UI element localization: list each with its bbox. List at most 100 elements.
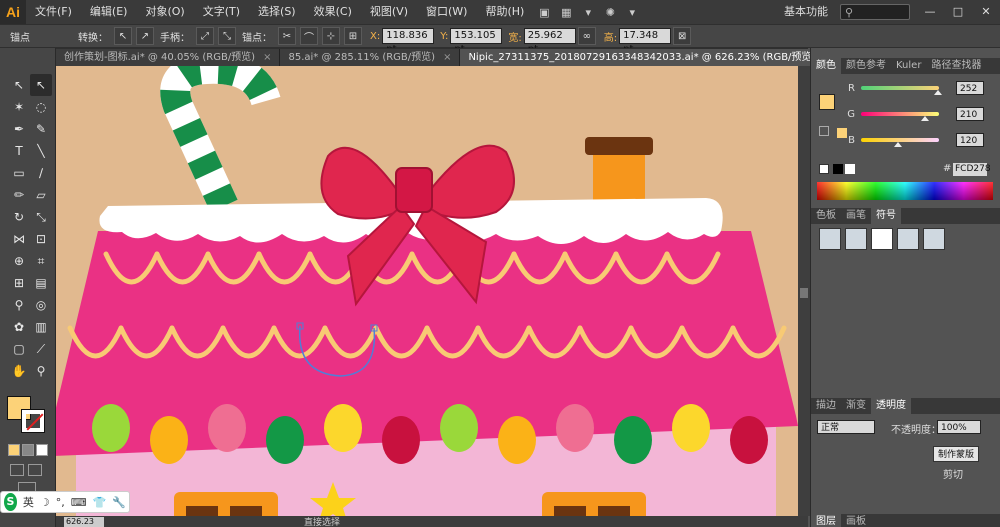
tab-document-2[interactable]: 85.ai* @ 285.11% (RGB/预览) × [280,49,461,66]
arrange-documents-icon[interactable]: ▦ [555,0,577,24]
direct-selection-tool-icon[interactable]: ↖ [30,74,52,96]
hand-tool-icon[interactable]: ✋ [8,360,30,382]
type-tool-icon[interactable]: T [8,140,30,162]
column-graph-icon[interactable]: ▥ [30,316,52,338]
eyedropper-icon[interactable]: ⚲ [8,294,30,316]
none-mode-icon[interactable] [36,444,48,456]
pencil-icon[interactable]: ✏ [8,184,30,206]
artboard-canvas[interactable] [56,66,798,516]
connect-anchor-icon[interactable]: ⌒ [300,27,318,45]
green-track[interactable] [861,112,939,121]
symbol-sprayer-icon[interactable]: ✿ [8,316,30,338]
convert-corner-icon[interactable]: ↖ [114,27,132,45]
close-icon[interactable]: × [443,52,451,63]
draw-behind-icon[interactable] [28,464,42,476]
perspective-grid-icon[interactable]: ⌗ [30,250,52,272]
workspace-switcher[interactable]: 基本功能 [784,0,828,24]
blue-thumb[interactable] [893,142,902,147]
blue-slider[interactable]: B 120 [811,133,1000,147]
scale-tool-icon[interactable]: ⤡ [30,206,52,228]
help-search-input[interactable]: ⚲ [840,4,910,20]
paintbrush-icon[interactable]: ∕ [30,162,52,184]
x-field[interactable]: 118.836 pt [382,28,435,55]
height-field[interactable]: 17.348 pt [619,28,672,55]
none-swatch[interactable] [819,164,829,174]
draw-normal-icon[interactable] [10,464,24,476]
green-thumb[interactable] [920,116,929,121]
rectangle-tool-icon[interactable]: ▭ [8,162,30,184]
blue-track[interactable] [861,138,939,147]
rotate-tool-icon[interactable]: ↻ [8,206,30,228]
symbol-item[interactable] [897,228,919,250]
moon-icon[interactable]: ☽ [37,496,53,509]
symbol-item[interactable] [923,228,945,250]
tab-stroke[interactable]: 描边 [811,398,841,414]
tab-color-guide[interactable]: 颜色参考 [841,58,891,74]
y-field[interactable]: 153.105 pt [450,28,503,55]
symbol-item[interactable] [819,228,841,250]
shape-builder-icon[interactable]: ⊕ [8,250,30,272]
menu-type[interactable]: 文字(T) [194,0,249,24]
color-mode-icon[interactable] [8,444,20,456]
width-field[interactable]: 25.962 pt [523,28,576,55]
menu-window[interactable]: 窗口(W) [417,0,476,24]
make-mask-button[interactable]: 制作蒙版 [933,446,980,462]
red-track[interactable] [861,86,943,95]
free-transform-icon[interactable]: ⊡ [30,228,52,250]
gpu-icon[interactable]: ✺ [599,0,621,24]
tab-swatches[interactable]: 色板 [811,208,841,224]
scrollbar-thumb[interactable] [800,288,808,298]
menu-edit[interactable]: 编辑(E) [81,0,137,24]
zoom-field[interactable]: 626.23 [64,516,104,527]
blue-field[interactable]: 120 [956,133,984,147]
black-swatch[interactable] [833,164,843,174]
artboard-tool-icon[interactable]: ▢ [8,338,30,360]
opacity-field[interactable]: 100% [937,420,981,434]
slice-tool-icon[interactable]: ⟋ [30,338,52,360]
show-handles-icon[interactable]: ⤢ [196,27,214,45]
magic-wand-icon[interactable]: ✶ [8,96,30,118]
pen-tool-icon[interactable]: ✒ [8,118,30,140]
close-button[interactable]: ✕ [972,0,1000,24]
vertical-scrollbar[interactable] [798,66,810,516]
tab-pathfinder[interactable]: 路径查找器 [926,58,986,74]
tab-color[interactable]: 颜色 [811,58,841,74]
color-spectrum[interactable] [817,182,993,200]
red-thumb[interactable] [934,90,943,95]
bridge-icon[interactable]: ▣ [533,0,555,24]
convert-smooth-icon[interactable]: ↗ [136,27,154,45]
zoom-tool-icon[interactable]: ⚲ [30,360,52,382]
isolate-icon[interactable]: ⊞ [344,27,362,45]
tab-document-1[interactable]: 创作策划-图标.ai* @ 40.05% (RGB/预览) × [56,49,281,66]
curvature-tool-icon[interactable]: ✎ [30,118,52,140]
tab-artboards[interactable]: 画板 [841,514,871,527]
stroke-color-swatch[interactable] [21,409,45,433]
tab-gradient[interactable]: 渐变 [841,398,871,414]
red-slider[interactable]: R 252 [811,81,1000,95]
close-icon[interactable]: × [263,52,271,63]
tab-layers[interactable]: 图层 [811,514,841,527]
tab-brushes[interactable]: 画笔 [841,208,871,224]
punctuation-icon[interactable]: °, [53,496,68,509]
symbol-item[interactable] [845,228,867,250]
dropdown-arrow-icon[interactable]: ▾ [621,0,643,24]
remove-anchor-icon[interactable]: ✂ [278,27,296,45]
gradient-tool-icon[interactable]: ▤ [30,272,52,294]
green-slider[interactable]: G 210 [811,107,1000,121]
menu-object[interactable]: 对象(O) [136,0,193,24]
mesh-tool-icon[interactable]: ⊞ [8,272,30,294]
selection-tool-icon[interactable]: ↖ [8,74,30,96]
gradient-mode-icon[interactable] [22,444,34,456]
blend-mode-select[interactable]: 正常 [817,420,875,434]
menu-file[interactable]: 文件(F) [26,0,81,24]
minimize-button[interactable]: — [916,0,944,24]
green-field[interactable]: 210 [956,107,984,121]
menu-help[interactable]: 帮助(H) [476,0,533,24]
red-field[interactable]: 252 [956,81,984,95]
tab-document-3[interactable]: Nipic_27311375_20180729163348342033.ai* … [460,49,841,66]
transform-options-icon[interactable]: ⊠ [673,27,692,45]
constrain-proportions-icon[interactable]: ∞ [577,27,596,45]
skin-icon[interactable]: 👕 [90,496,110,509]
menu-effect[interactable]: 效果(C) [305,0,361,24]
settings-icon[interactable]: 🔧 [109,496,129,509]
